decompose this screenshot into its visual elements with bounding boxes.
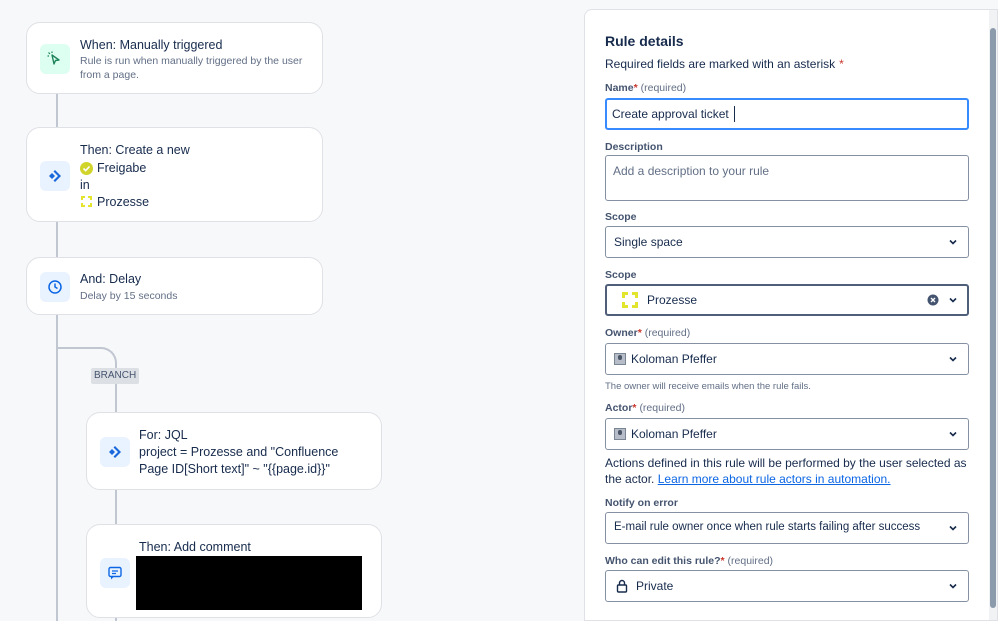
delay-title: And: Delay [80,272,142,286]
trigger-title: When: Manually triggered [80,38,223,52]
delay-subtitle: Delay by 15 seconds [80,290,178,302]
required-note: Required fields are marked with an aster… [605,57,844,71]
clear-icon[interactable] [927,294,939,306]
description-placeholder: Add a description to your rule [613,164,770,178]
actor-value: Koloman Pfeffer [631,427,717,441]
owner-label-text: Owner [605,327,638,339]
jira-icon [100,437,130,467]
owner-help-text: The owner will receive emails when the r… [605,381,811,392]
for-jql-card[interactable]: For: JQL project = Prozesse and "Conflue… [86,412,382,490]
lock-icon [616,579,628,593]
avatar-icon [614,428,626,440]
actor-label: Actor* (required) [605,402,685,414]
connector-line [56,222,58,257]
check-circle-icon [80,162,93,175]
scope-space-value: Prozesse [647,293,698,307]
asterisk: * [632,402,637,414]
scrollbar-thumb[interactable] [990,28,996,608]
name-label-text: Name [605,82,634,94]
connector-line [115,490,117,524]
asterisk: * [633,82,638,94]
redacted-comment-body [136,556,362,610]
delay-card[interactable]: And: Delay Delay by 15 seconds [26,257,323,315]
chevron-down-icon [949,431,957,437]
clock-icon [40,272,70,302]
rule-details-panel: Rule details Required fields are marked … [584,9,998,621]
jira-icon [40,161,70,191]
text-cursor [734,106,735,122]
owner-label: Owner* (required) [605,327,690,339]
jql-query: project = Prozesse and "Confluence Page … [139,445,339,476]
who-can-edit-label-text: Who can edit this rule? [605,555,721,567]
cursor-click-icon [40,44,70,74]
description-textarea[interactable]: Add a description to your rule [605,155,969,201]
who-can-edit-select[interactable]: Private [605,570,969,602]
who-can-edit-value: Private [636,579,674,593]
for-jql-title: For: JQL [139,428,188,442]
actor-label-text: Actor [605,402,633,414]
name-label: Name* (required) [605,82,686,94]
add-comment-title: Then: Add comment [139,540,251,554]
trigger-card[interactable]: When: Manually triggered Rule is run whe… [26,22,323,94]
required-hint: (required) [644,327,691,339]
branch-label: BRANCH [91,368,140,384]
chevron-down-icon [949,525,957,531]
add-comment-card[interactable]: Then: Add comment [86,524,382,618]
notify-value: E-mail rule owner once when rule starts … [614,521,921,533]
space-logo-icon [80,195,93,208]
required-hint: (required) [639,402,685,414]
scope-space-label: Scope [605,269,637,281]
scope-space-select[interactable]: Prozesse [605,284,969,316]
required-note-text: Required fields are marked with an aster… [605,57,836,71]
notify-label: Notify on error [605,497,678,509]
actor-help: Actions defined in this rule will be per… [605,455,975,487]
asterisk: * [839,57,844,71]
trigger-subtitle: Rule is run when manually triggered by t… [80,55,303,81]
chevron-down-icon [949,297,957,303]
scope-type-label: Scope [605,211,637,223]
panel-scrollbar[interactable] [989,10,997,620]
actor-select[interactable]: Koloman Pfeffer [605,418,969,450]
space-logo-icon [622,292,638,308]
create-title: Then: Create a new [80,143,190,157]
owner-value: Koloman Pfeffer [631,352,717,366]
comment-icon [100,558,130,588]
scope-type-select[interactable]: Single space [605,226,969,258]
chevron-down-icon [949,239,957,245]
required-hint: (required) [640,82,687,94]
who-can-edit-label: Who can edit this rule?* (required) [605,555,773,567]
automation-rule-editor: When: Manually triggered Rule is run whe… [0,0,998,621]
work-type-name: Freigabe [97,161,147,175]
name-value: Create approval ticket [612,107,729,121]
actor-learn-more-link[interactable]: Learn more about rule actors in automati… [658,472,891,486]
required-hint: (required) [727,555,774,567]
asterisk: * [637,327,642,339]
notify-select[interactable]: E-mail rule owner once when rule starts … [605,512,969,544]
description-label: Description [605,141,663,153]
connector-line [56,94,58,128]
connector-line [115,386,117,412]
space-name: Prozesse [97,195,150,209]
name-input[interactable]: Create approval ticket [605,98,969,130]
in-label: in [80,178,90,192]
asterisk: * [720,555,725,567]
panel-title: Rule details [605,33,684,49]
chevron-down-icon [949,356,957,362]
chevron-down-icon [949,583,957,589]
avatar-icon [614,353,626,365]
scope-type-value: Single space [614,235,683,249]
owner-select[interactable]: Koloman Pfeffer [605,343,969,375]
create-work-item-card[interactable]: Then: Create a new Freigabe in Prozesse [26,127,323,222]
